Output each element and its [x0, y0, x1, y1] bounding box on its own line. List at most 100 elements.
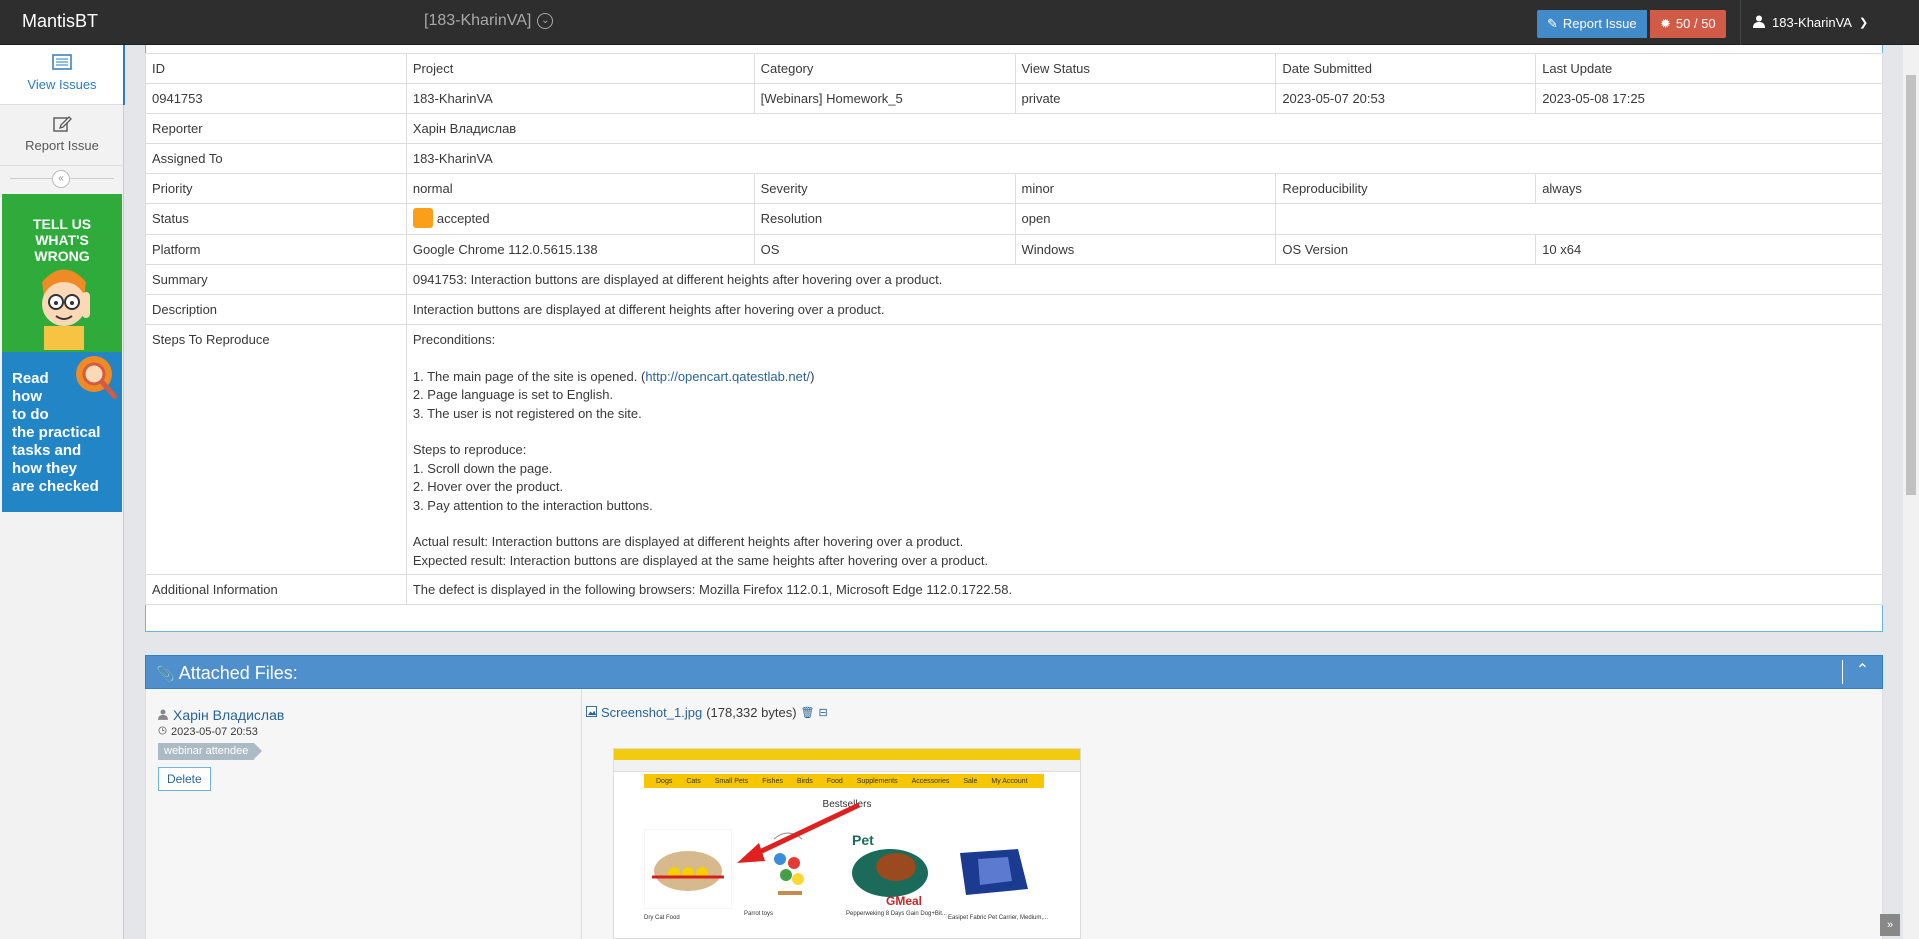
preview-nav-item: Birds	[796, 777, 813, 785]
banner-line: the practical	[12, 424, 101, 441]
chevron-down-icon: ⌄	[537, 13, 554, 29]
page-scrollbar[interactable]	[1903, 45, 1919, 939]
user-icon	[1753, 15, 1765, 31]
sidebar-item-label: Report Issue	[25, 138, 99, 153]
list-icon	[52, 54, 72, 71]
header-category: Category	[753, 53, 1016, 84]
status-value-cell: accepted	[405, 202, 755, 236]
sidebar: View Issues Report Issue « TELL US WHAT'…	[0, 45, 125, 939]
collapse-icon[interactable]: ⊟	[819, 706, 828, 719]
attached-files-title: Attached Files:	[178, 663, 298, 683]
os-version-value: 10 x64	[1535, 234, 1883, 266]
preview-address-bar	[614, 760, 1080, 772]
report-issue-button[interactable]: ✎ Report Issue	[1537, 10, 1647, 38]
steps-title: Steps to reproduce:	[412, 442, 527, 458]
attached-files-body: Харін Владислав 2023-05-07 20:53 webinar…	[145, 689, 1883, 939]
sidebar-collapse: «	[0, 168, 124, 188]
feedback-banner[interactable]: TELL US WHAT'S WRONG	[2, 194, 122, 352]
preview-brand-text: GMeal	[886, 894, 922, 908]
preview-nav-item: Small Pets	[714, 777, 749, 785]
bug-icon: ✹	[1660, 16, 1671, 31]
issue-project: 183-KharinVA	[405, 83, 755, 114]
steps-precondition-1: 1. The main page of the site is opened. …	[413, 368, 1878, 387]
step-1: 1. Scroll down the page.	[412, 460, 553, 476]
expected-result: Expected result: Interaction buttons are…	[412, 552, 989, 568]
user-icon	[158, 708, 168, 723]
banner-line: to do	[12, 406, 49, 423]
delete-button[interactable]: Delete	[158, 767, 211, 791]
attached-files-header: 📎 Attached Files: ⌃	[145, 655, 1883, 689]
description-label: Description	[145, 294, 407, 326]
issue-category: [Webinars] Homework_5	[753, 83, 1016, 114]
brand-logo[interactable]: MantisBT	[22, 11, 98, 32]
upload-date-text: 2023-05-07 20:53	[171, 726, 258, 738]
project-selector[interactable]: [183-KharinVA] ⌄	[424, 12, 554, 30]
screenshot-preview[interactable]: Dogs Cats Small Pets Fishes Birds Food S…	[613, 748, 1081, 939]
site-link[interactable]: http://opencart.qatestlab.net/	[645, 369, 810, 384]
resolution-label: Resolution	[753, 202, 1016, 236]
report-issue-label: Report Issue	[1562, 16, 1637, 31]
steps-precondition-3: 3. The user is not registered on the sit…	[412, 405, 642, 421]
double-chevron-left-icon[interactable]: «	[52, 170, 70, 188]
chevron-up-icon[interactable]: ⌃	[1842, 660, 1882, 684]
image-file-icon	[586, 705, 597, 720]
uploader-name[interactable]: Харін Владислав	[173, 707, 284, 723]
issue-view-status: private	[1014, 83, 1277, 114]
precondition-text: 1. The main page of the site is opened. …	[412, 368, 646, 384]
priority-value: normal	[405, 173, 755, 204]
banner-line: TELL US	[32, 216, 92, 232]
status-color-icon	[412, 208, 433, 229]
sidebar-item-report-issue[interactable]: Report Issue	[0, 106, 124, 166]
preview-product-pet-carrier	[948, 829, 1036, 909]
resolution-value: open	[1014, 202, 1277, 236]
steps-preconditions: Preconditions:	[412, 332, 496, 348]
precondition-text: )	[810, 368, 815, 384]
status-label: Status	[145, 202, 407, 236]
upload-date: 2023-05-07 20:53	[158, 726, 258, 738]
clock-icon	[158, 726, 167, 738]
summary-value: 0941753: Interaction buttons are display…	[405, 264, 1884, 296]
preview-nav-item: My Account	[991, 777, 1028, 785]
preview-nav-item: Cats	[686, 777, 701, 785]
paperclip-icon: 📎	[156, 666, 175, 683]
red-arrow-annotation	[737, 802, 861, 863]
guide-banner[interactable]: Read how to do the practical tasks and h…	[2, 352, 122, 512]
scrollbar-thumb[interactable]	[1906, 75, 1916, 495]
issue-details-table: ID Project Category View Status Date Sub…	[145, 53, 1884, 606]
scroll-to-top-button[interactable]: »	[1880, 914, 1900, 936]
os-value: Windows	[1014, 234, 1277, 266]
additional-info-label: Additional Information	[145, 574, 407, 606]
preview-nav: Dogs Cats Small Pets Fishes Birds Food S…	[644, 774, 1044, 788]
preview-nav-item: Accessories	[911, 777, 950, 785]
issue-date-submitted: 2023-05-07 20:53	[1275, 83, 1537, 114]
preview-product-caption: Parrot toys	[744, 911, 774, 917]
edit-icon: ✎	[1547, 16, 1558, 31]
file-size: (178,332 bytes)	[706, 705, 797, 720]
issue-count-button[interactable]: ✹ 50 / 50	[1650, 10, 1726, 38]
steps-label: Steps To Reproduce	[145, 324, 407, 576]
step-3: 3. Pay attention to the interaction butt…	[412, 497, 653, 513]
banner-line: how they	[12, 460, 78, 477]
reproducibility-label: Reproducibility	[1275, 173, 1537, 204]
summary-label: Summary	[145, 264, 407, 296]
step-2: 2. Hover over the product.	[412, 479, 564, 495]
header-view-status: View Status	[1014, 53, 1277, 84]
edit-icon	[52, 115, 72, 132]
preview-product-caption: Dry Cat Food	[644, 915, 680, 921]
preview-nav-item: Sale	[963, 777, 978, 785]
reporter-value: Харін Владислав	[405, 113, 1884, 144]
sidebar-item-view-issues[interactable]: View Issues	[0, 45, 125, 105]
preview-nav-item: Fishes	[762, 777, 783, 785]
user-menu[interactable]: 183-KharinVA ❯	[1740, 0, 1919, 45]
preview-nav-item: Supplements	[856, 777, 898, 785]
uploader: Харін Владислав	[158, 707, 284, 723]
assigned-to-value: 183-KharinVA	[405, 143, 1884, 174]
user-name: 183-KharinVA	[1772, 15, 1852, 30]
file-name-link[interactable]: Screenshot_1.jpg	[601, 705, 702, 720]
trash-icon[interactable]: 🗑	[801, 706, 815, 719]
project-name: [183-KharinVA]	[424, 12, 532, 29]
os-label: OS	[753, 234, 1016, 266]
preview-product-caption: Pepperweking 8 Days Gain Dog+Bit...	[846, 911, 947, 917]
reporter-label: Reporter	[145, 113, 407, 144]
steps-precondition-2: 2. Page language is set to English.	[412, 387, 614, 403]
